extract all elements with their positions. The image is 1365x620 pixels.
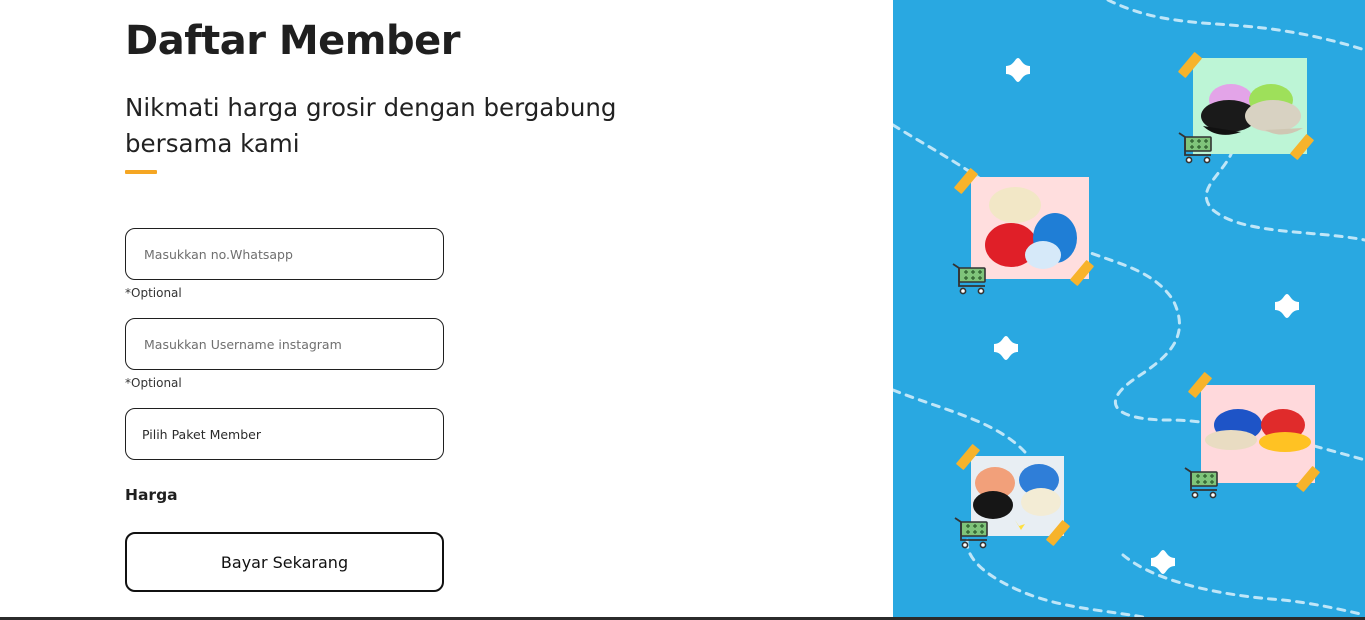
pay-now-button[interactable]: Bayar Sekarang — [125, 532, 444, 592]
title-underline — [125, 170, 157, 174]
whatsapp-field[interactable] — [125, 228, 444, 280]
registration-panel: Daftar Member Nikmati harga grosir denga… — [0, 0, 893, 617]
instagram-input[interactable] — [142, 335, 443, 353]
cap-photo-card-4 — [954, 444, 1070, 549]
cap-photo-card-1 — [1178, 52, 1314, 164]
whatsapp-optional-note: *Optional — [125, 286, 182, 300]
instagram-optional-note: *Optional — [125, 376, 182, 390]
member-package-selected-value: Pilih Paket Member — [142, 426, 261, 442]
member-package-select[interactable]: Pilih Paket Member — [125, 408, 444, 460]
instagram-field[interactable] — [125, 318, 444, 370]
cap-photo-card-3 — [1184, 372, 1320, 499]
bucket-hat-photo-card — [952, 168, 1094, 295]
decorative-illustration — [893, 0, 1365, 617]
price-label: Harga — [125, 486, 178, 504]
page-subtitle: Nikmati harga grosir dengan bergabung be… — [125, 93, 617, 158]
page-title: Daftar Member — [125, 18, 460, 64]
whatsapp-input[interactable] — [142, 245, 443, 263]
decorative-panel — [893, 0, 1365, 617]
